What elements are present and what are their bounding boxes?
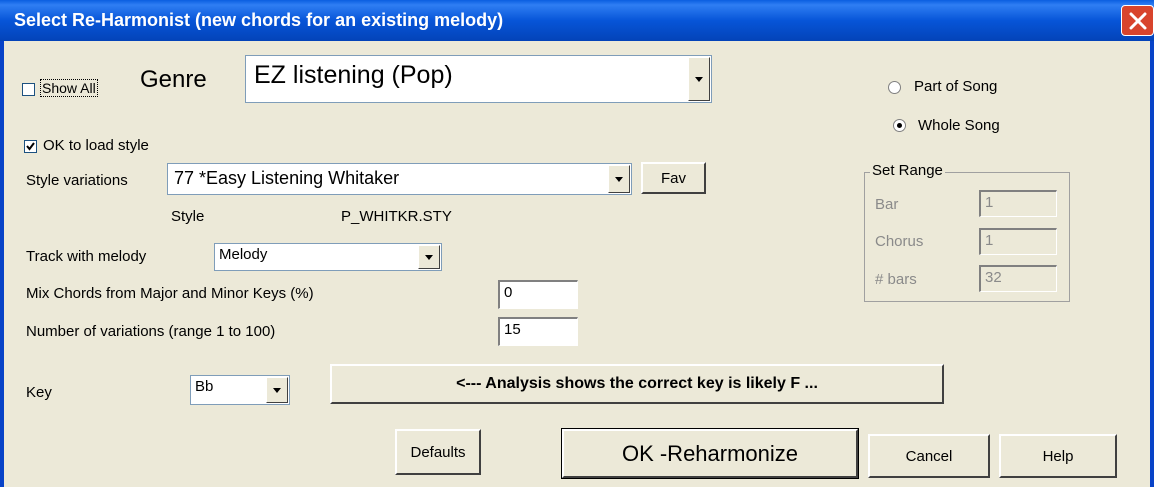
help-button[interactable]: Help (999, 434, 1117, 478)
defaults-button[interactable]: Defaults (395, 429, 481, 475)
mix-chords-input[interactable]: 0 (498, 280, 578, 309)
style-variations-dropdown[interactable]: 77 *Easy Listening Whitaker (167, 163, 632, 195)
ok-to-load-style-checkbox[interactable] (24, 140, 37, 153)
range-chorus-label: Chorus (875, 233, 924, 250)
ok-reharmonize-button[interactable]: OK -Reharmonize (561, 428, 859, 479)
range-bars-input[interactable]: 32 (979, 265, 1057, 292)
genre-value: EZ listening (Pop) (254, 61, 453, 89)
style-variations-label: Style variations (26, 172, 128, 189)
close-button[interactable] (1121, 5, 1154, 36)
range-chorus-input[interactable]: 1 (979, 228, 1057, 255)
num-variations-input[interactable]: 15 (498, 317, 578, 346)
chevron-down-icon[interactable] (266, 377, 288, 403)
part-of-song-radio[interactable] (888, 81, 901, 94)
range-bar-label: Bar (875, 196, 899, 213)
key-label: Key (26, 384, 52, 401)
track-with-melody-dropdown[interactable]: Melody (214, 243, 442, 271)
style-label: Style (171, 208, 205, 225)
analysis-key-button[interactable]: <--- Analysis shows the correct key is l… (330, 364, 944, 404)
show-all-checkbox[interactable] (22, 83, 35, 96)
whole-song-label: Whole Song (918, 117, 1000, 134)
num-variations-label: Number of variations (range 1 to 100) (26, 323, 276, 340)
chevron-down-icon[interactable] (608, 165, 630, 193)
cancel-button[interactable]: Cancel (868, 434, 990, 478)
window-title: Select Re-Harmonist (new chords for an e… (14, 10, 504, 30)
checkmark-icon (26, 142, 35, 151)
part-of-song-label: Part of Song (914, 78, 998, 95)
style-filename: P_WHITKR.STY (341, 208, 452, 225)
set-range-title: Set Range (870, 162, 945, 179)
track-with-melody-value: Melody (219, 246, 268, 263)
close-icon (1129, 12, 1147, 30)
key-dropdown[interactable]: Bb (190, 375, 290, 405)
track-with-melody-label: Track with melody (26, 248, 147, 265)
window-frame-left (0, 41, 4, 487)
genre-label: Genre (140, 66, 207, 93)
style-variations-value: 77 *Easy Listening Whitaker (174, 168, 400, 188)
genre-dropdown[interactable]: EZ listening (Pop) (245, 55, 712, 103)
ok-to-load-style-label: OK to load style (43, 137, 149, 154)
range-bar-input[interactable]: 1 (979, 190, 1057, 217)
mix-chords-label: Mix Chords from Major and Minor Keys (%) (26, 285, 314, 302)
chevron-down-icon[interactable] (418, 245, 440, 269)
show-all-label: Show All (40, 79, 98, 97)
window-frame-right (1150, 41, 1154, 487)
key-value: Bb (195, 378, 214, 395)
chevron-down-icon[interactable] (688, 57, 710, 101)
range-bars-label: # bars (875, 271, 917, 288)
fav-button[interactable]: Fav (641, 162, 706, 194)
whole-song-radio[interactable] (893, 119, 906, 132)
